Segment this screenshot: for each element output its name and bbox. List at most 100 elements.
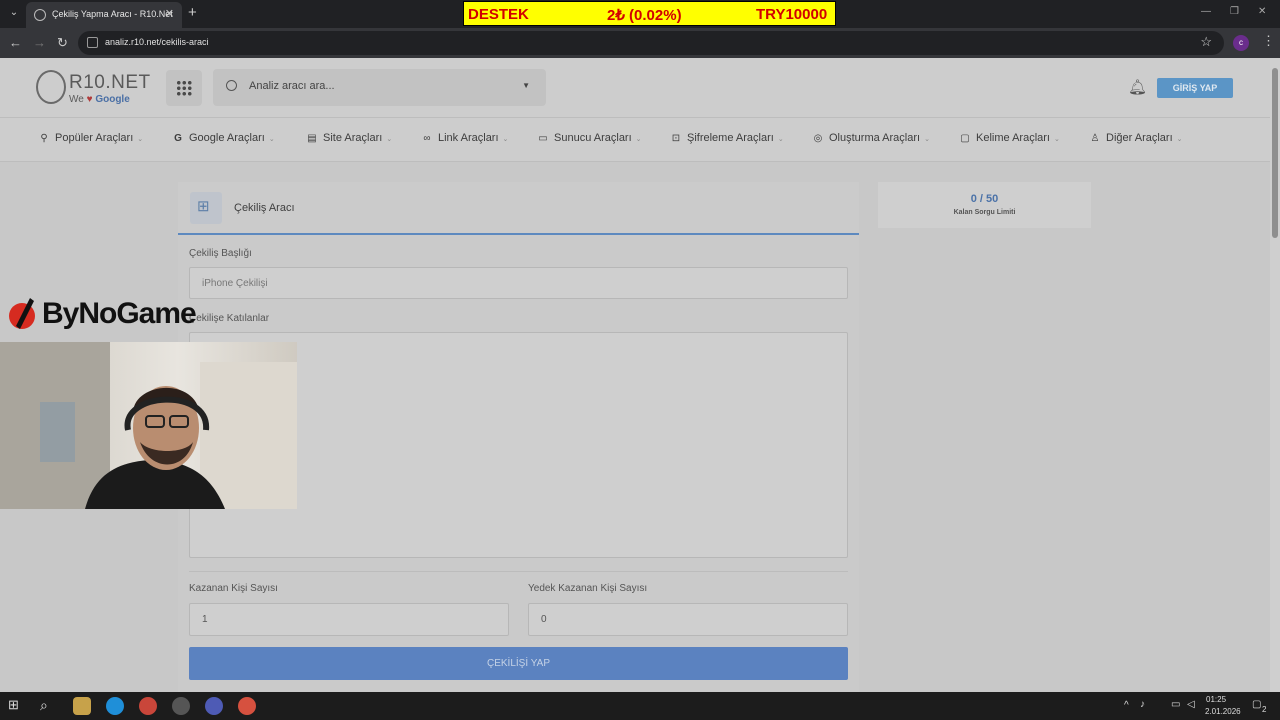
server-icon: ▭	[538, 133, 548, 144]
logo-mascot-icon[interactable]	[36, 70, 66, 104]
winners-count-input[interactable]	[189, 603, 509, 636]
forward-icon[interactable]: →	[33, 35, 46, 50]
browser-toolbar: ← → ↻ analiz.r10.net/cekilis-araci ☆	[0, 28, 1280, 58]
search-icon	[226, 80, 237, 91]
url-text[interactable]: analiz.r10.net/cekilis-araci	[105, 37, 209, 47]
apps-grid-button[interactable]	[166, 70, 202, 106]
address-bar[interactable]: analiz.r10.net/cekilis-araci ☆	[78, 31, 1224, 55]
network-icon[interactable]: ▭	[1171, 699, 1180, 710]
bulb-icon: ◎	[813, 133, 823, 144]
tools-nav: ⚲ Popüler Araçları ⌄ G Google Araçları ⌄ ▤ Si…	[0, 118, 1270, 162]
nav-label: Popüler Araçları	[55, 132, 134, 144]
nav-label: Diğer Araçları	[1106, 132, 1173, 144]
backup-winners-input[interactable]	[528, 603, 848, 636]
chrome-profile-icon[interactable]	[238, 697, 256, 715]
search-input[interactable]	[249, 80, 509, 92]
profile-avatar[interactable]: c	[1233, 35, 1249, 51]
new-tab-icon[interactable]: +	[188, 4, 197, 21]
nav-label: Kelime Araçları	[976, 132, 1050, 144]
tray-chevron-icon[interactable]: ^	[1124, 700, 1129, 711]
nav-keyword-tools[interactable]: ▢ Kelime Araçları ⌄	[958, 132, 1060, 144]
site-info-icon[interactable]	[87, 37, 98, 48]
page-scrollbar[interactable]	[1270, 58, 1280, 692]
clock-time[interactable]: 01:25	[1206, 695, 1226, 704]
nav-label: Şifreleme Araçları	[687, 132, 774, 144]
grid-icon	[176, 80, 192, 96]
heart-icon: ♥	[86, 94, 93, 105]
tab-close-icon[interactable]: ✕	[165, 7, 174, 20]
nav-google-tools[interactable]: G Google Araçları ⌄	[171, 132, 275, 144]
backup-winners-label: Yedek Kazanan Kişi Sayısı	[528, 583, 648, 594]
rocket-icon: ⚲	[40, 133, 48, 144]
tab-title: Çekiliş Yapma Aracı - R10.Net	[52, 9, 173, 19]
nav-label: Link Araçları	[438, 132, 499, 144]
user-icon: ♙	[1090, 133, 1100, 144]
bookmark-star-icon[interactable]: ☆	[1200, 34, 1212, 50]
tool-search[interactable]: ▼	[213, 69, 546, 106]
back-icon[interactable]: ←	[9, 35, 22, 50]
nav-encryption-tools[interactable]: ⊡ Şifreleme Araçları ⌄	[669, 132, 784, 144]
nav-other-tools[interactable]: ♙ Diğer Araçları ⌄	[1088, 132, 1183, 144]
nav-label: Google Araçları	[189, 132, 265, 144]
gift-icon-box: ⊞	[190, 192, 222, 224]
raffle-title-input[interactable]	[189, 267, 848, 299]
nav-label: Site Araçları	[323, 132, 383, 144]
taskbar-search-icon[interactable]: ⌕	[40, 697, 58, 715]
restore-icon[interactable]: ❐	[1230, 6, 1239, 17]
google-icon: G	[174, 133, 182, 144]
scrollbar-thumb[interactable]	[1272, 68, 1278, 238]
browser-tab[interactable]: Çekiliş Yapma Aracı - R10.Net ✕	[26, 2, 182, 28]
link-icon: ∞	[423, 133, 431, 144]
sponsor-brand-text: ByNoGame	[42, 297, 197, 330]
volume-icon[interactable]: ◁	[1187, 699, 1195, 710]
window-close-icon[interactable]: ✕	[1258, 6, 1266, 17]
logo-tagline: We ♥ Google	[69, 94, 130, 105]
notification-bell-icon[interactable]: 🔔︎	[1128, 78, 1147, 96]
chevron-down-icon: ⌄	[924, 136, 930, 143]
raffle-title-label: Çekiliş Başlığı	[189, 248, 252, 259]
minimize-icon[interactable]: —	[1201, 6, 1211, 17]
nav-server-tools[interactable]: ▭ Sunucu Araçları ⌄	[536, 132, 642, 144]
clock-date[interactable]: 2.01.2026	[1205, 707, 1241, 716]
edge-icon[interactable]	[106, 697, 124, 715]
reload-icon[interactable]: ↻	[57, 35, 68, 51]
sponsor-logo: ByNoGame	[6, 292, 206, 336]
donation-label: DESTEK	[468, 6, 529, 23]
login-button[interactable]: GİRİŞ YAP	[1157, 78, 1233, 98]
tab-search-icon[interactable]: ⌄	[6, 4, 22, 22]
app-icon[interactable]	[205, 697, 223, 715]
draw-raffle-button[interactable]: ÇEKİLİŞİ YAP	[189, 647, 848, 680]
limit-used: 0	[970, 193, 977, 205]
file-explorer-icon[interactable]	[73, 697, 91, 715]
chevron-down-icon: ⌄	[777, 136, 784, 143]
tab-favicon-icon	[34, 9, 46, 21]
dropdown-caret-icon[interactable]: ▼	[522, 81, 530, 90]
donation-banner: DESTEK 2₺ (0.02%) TRY10000	[463, 1, 836, 26]
nav-link-tools[interactable]: ∞ Link Araçları ⌄	[420, 132, 508, 144]
nav-creation-tools[interactable]: ◎ Oluşturma Araçları ⌄	[811, 132, 930, 144]
limit-separator: /	[979, 193, 983, 205]
microphone-icon[interactable]: ♪	[1140, 699, 1145, 710]
card-header: ⊞ Çekiliş Aracı	[178, 182, 859, 235]
donation-goal: TRY10000	[756, 6, 828, 23]
chevron-down-icon: ⌄	[386, 136, 393, 143]
chevron-down-icon: ⌄	[1176, 136, 1183, 143]
notification-center-icon[interactable]: ▢	[1252, 699, 1261, 710]
chevron-down-icon: ⌄	[1053, 136, 1060, 143]
tagline-google: Google	[95, 94, 130, 105]
card-title: Çekiliş Aracı	[234, 202, 295, 214]
chrome-icon[interactable]	[139, 697, 157, 715]
browser-menu-icon[interactable]: ⋮	[1262, 33, 1275, 49]
obs-icon[interactable]	[172, 697, 190, 715]
chevron-down-icon: ⌄	[635, 136, 642, 143]
form-divider	[189, 571, 848, 572]
nav-label: Sunucu Araçları	[554, 132, 632, 144]
browser-icon: ▤	[307, 133, 317, 144]
windows-start-icon[interactable]: ⊞	[8, 697, 26, 715]
query-limit-card: 0 / 50 Kalan Sorgu Limiti	[878, 182, 1091, 228]
nav-popular-tools[interactable]: ⚲ Popüler Araçları ⌄	[37, 132, 143, 144]
chevron-down-icon: ⌄	[268, 136, 275, 143]
lock-icon: ⊡	[671, 133, 681, 144]
logo-text[interactable]: R10.NET	[69, 72, 151, 94]
nav-site-tools[interactable]: ▤ Site Araçları ⌄	[305, 132, 392, 144]
